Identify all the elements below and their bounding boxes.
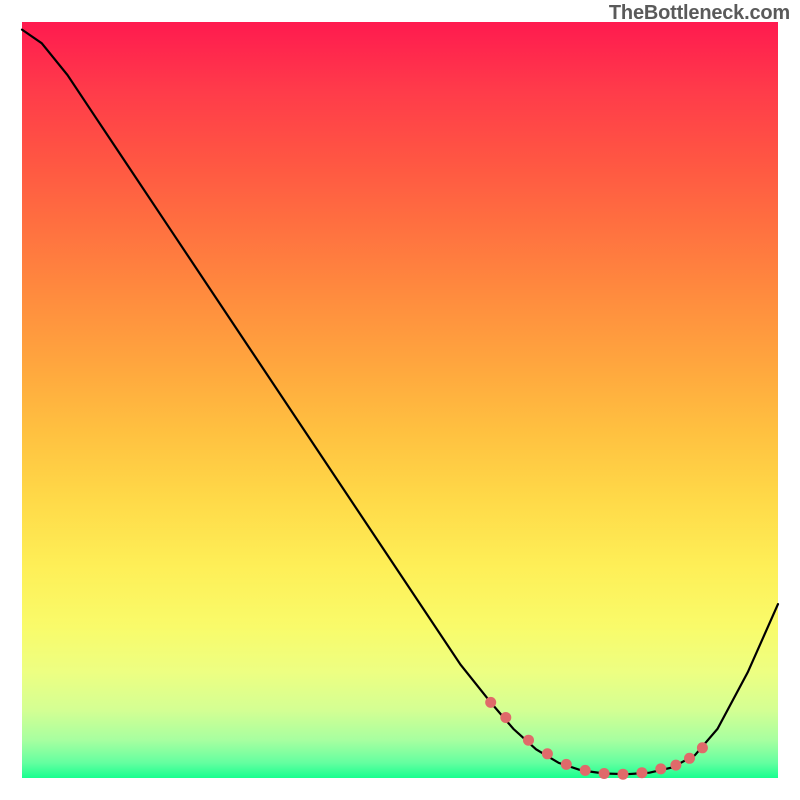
marker-dot (670, 760, 681, 771)
marker-dot (500, 712, 511, 723)
marker-dot (684, 753, 695, 764)
marker-dot (523, 735, 534, 746)
marker-dot (697, 742, 708, 753)
marker-dot (618, 769, 629, 780)
marker-dot (485, 697, 496, 708)
marker-dot (599, 768, 610, 779)
marker-dot (655, 763, 666, 774)
marker-dot (561, 759, 572, 770)
marker-dot (580, 765, 591, 776)
marker-dot (542, 748, 553, 759)
chart-canvas: TheBottleneck.com (0, 0, 800, 800)
marker-dot (636, 767, 647, 778)
highlight-markers (485, 697, 708, 780)
curve-layer (22, 22, 778, 778)
bottleneck-curve (22, 30, 778, 775)
